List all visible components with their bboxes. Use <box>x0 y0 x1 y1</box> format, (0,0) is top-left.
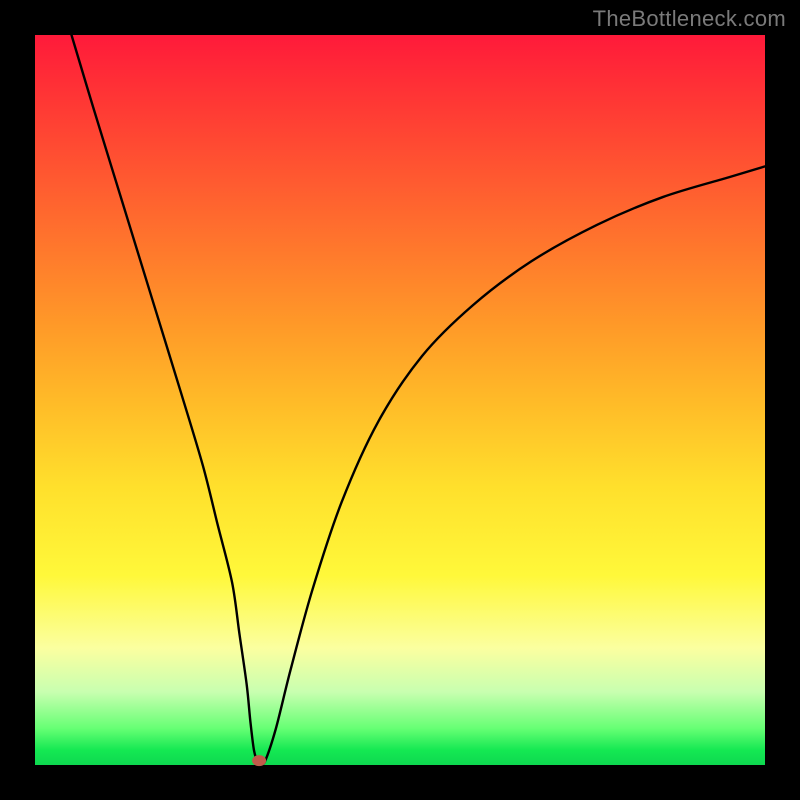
minimum-marker <box>252 755 266 766</box>
watermark-text: TheBottleneck.com <box>593 6 786 32</box>
curve-layer <box>35 35 765 765</box>
plot-area <box>35 35 765 765</box>
bottleneck-curve <box>72 35 766 764</box>
chart-frame: TheBottleneck.com <box>0 0 800 800</box>
